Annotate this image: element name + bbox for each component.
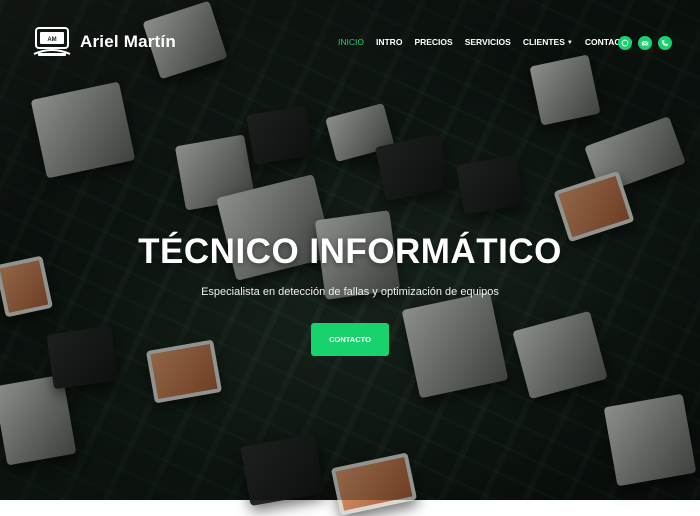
nav-item-precios[interactable]: PRECIOS xyxy=(414,37,452,47)
email-button[interactable] xyxy=(638,36,652,50)
main-nav: INICIO INTRO PRECIOS SERVICIOS CLIENTES ▼… xyxy=(338,37,644,47)
email-icon xyxy=(641,40,649,46)
phone-icon xyxy=(661,39,669,47)
social-links xyxy=(618,36,678,50)
nav-item-clientes-label: CLIENTES xyxy=(522,37,565,47)
caret-down-icon: ▼ xyxy=(566,39,573,46)
whatsapp-icon xyxy=(621,39,629,47)
nav-item-intro[interactable]: INTRO xyxy=(376,37,402,47)
nav-item-servicios[interactable]: SERVICIOS xyxy=(465,37,511,47)
phone-button[interactable] xyxy=(658,36,672,50)
hero-subtitle: Especialista en detección de fallas y op… xyxy=(201,286,499,298)
nav-item-inicio[interactable]: INICIO xyxy=(338,37,364,47)
nav-item-clientes[interactable]: CLIENTES ▼ xyxy=(523,37,573,47)
computer-monitor-icon: AM xyxy=(33,27,71,56)
brand-name: Ariel Martín xyxy=(80,32,176,51)
hero-title: TÉCNICO INFORMÁTICO xyxy=(138,232,562,271)
contact-button[interactable]: CONTACTO xyxy=(311,323,389,356)
brand[interactable]: AM Ariel Martín xyxy=(32,26,176,58)
logo-tag: AM xyxy=(47,37,56,43)
hero-section: TÉCNICO INFORMÁTICO Especialista en dete… xyxy=(0,232,700,356)
navbar: AM Ariel Martín INICIO INTRO PRECIOS SER… xyxy=(0,0,700,86)
whatsapp-button[interactable] xyxy=(618,36,632,50)
